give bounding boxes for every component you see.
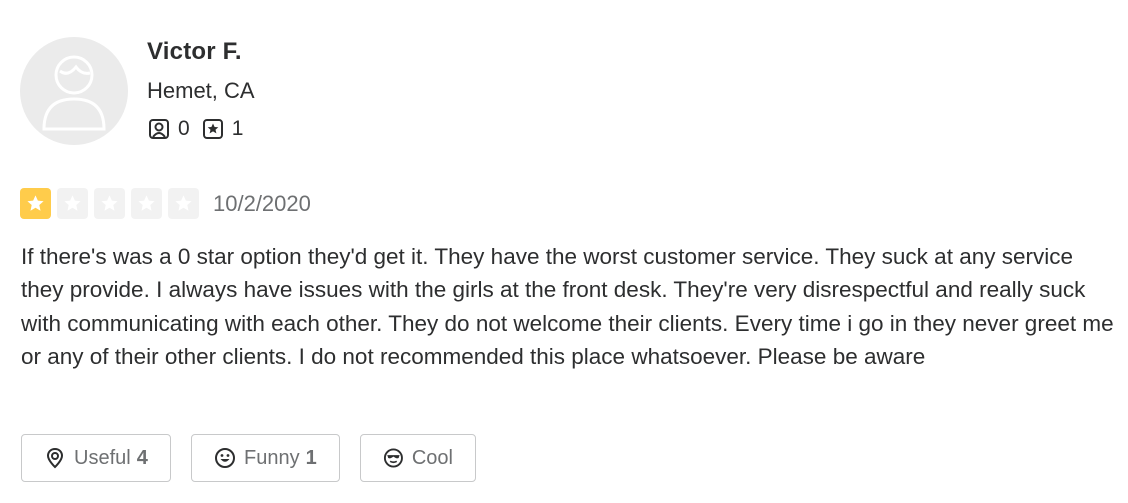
funny-count: 1 <box>305 446 317 469</box>
user-name[interactable]: Victor F. <box>147 38 242 66</box>
useful-button[interactable]: Useful 4 <box>21 434 171 482</box>
reviews-count: 1 <box>231 117 244 140</box>
reviews-star-icon <box>202 119 223 139</box>
user-stats: 0 1 <box>148 117 255 141</box>
cool-sunglasses-icon <box>383 448 403 468</box>
friends-stat: 0 <box>148 117 190 141</box>
friends-icon <box>149 119 169 139</box>
cool-button[interactable]: Cool <box>360 434 476 482</box>
review-rating-row: 10/2/2020 <box>20 188 311 219</box>
review-date: 10/2/2020 <box>213 190 311 216</box>
star-icon <box>131 188 162 219</box>
funny-button[interactable]: Funny 1 <box>191 434 340 482</box>
reaction-buttons: Useful 4 Funny 1 Cool <box>21 434 496 482</box>
funny-label: Funny <box>244 446 300 469</box>
cool-label: Cool <box>411 446 453 469</box>
star-icon <box>20 188 51 219</box>
funny-smile-icon <box>215 448 235 468</box>
star-icon <box>168 188 199 219</box>
star-icon <box>94 188 125 219</box>
star-icon <box>57 188 88 219</box>
useful-lightbulb-icon <box>46 447 64 469</box>
useful-label: Useful <box>74 446 131 469</box>
user-location: Hemet, CA <box>147 78 255 103</box>
useful-count: 4 <box>136 446 148 469</box>
star-rating <box>20 188 205 219</box>
friends-count: 0 <box>178 117 190 140</box>
review-text: If there's was a 0 star option they'd ge… <box>21 244 1114 370</box>
user-avatar-icon <box>42 55 106 131</box>
user-avatar[interactable] <box>20 37 128 145</box>
reviews-stat: 1 <box>202 117 244 141</box>
